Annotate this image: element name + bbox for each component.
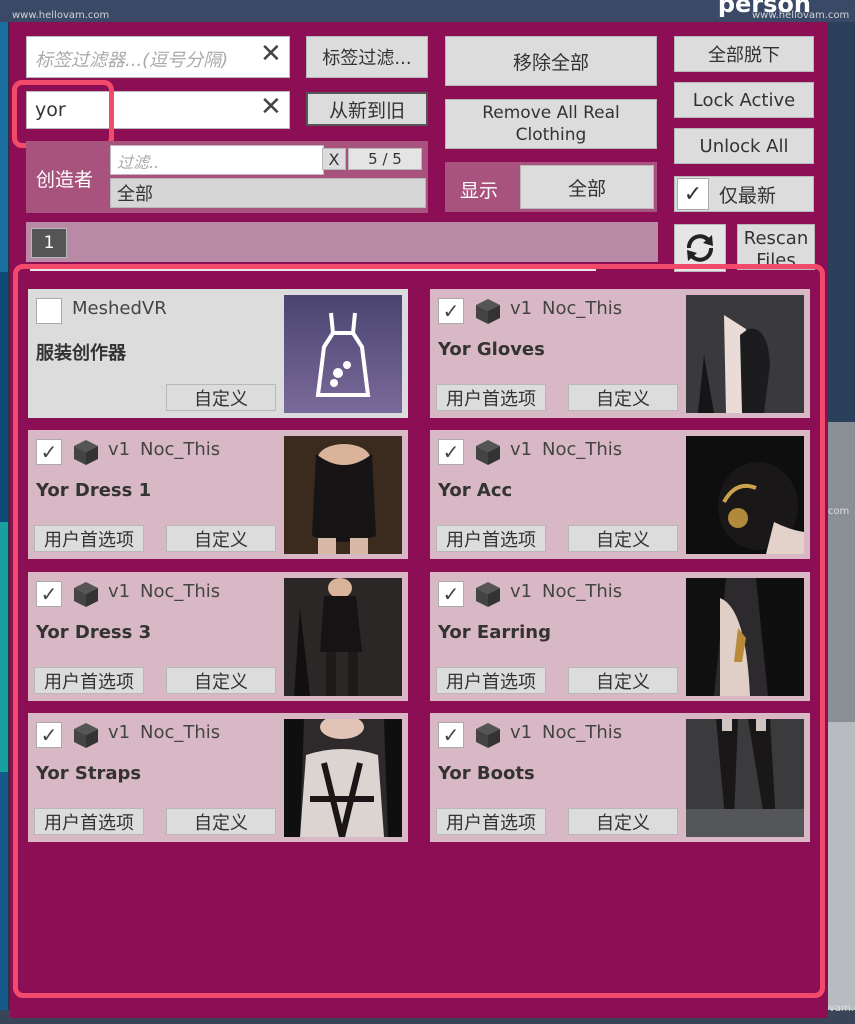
latest-only-label: 仅最新 (719, 184, 777, 207)
watermark: www.hellovam.com (12, 10, 110, 21)
undress-all-button[interactable]: 全部脱下 (674, 36, 814, 72)
sort-newest-button[interactable]: 从新到旧 (306, 92, 428, 126)
creator-clear-button[interactable]: X (322, 148, 346, 170)
creator-select[interactable]: 全部 (110, 178, 426, 208)
show-select[interactable]: 全部 (520, 165, 654, 209)
watermark: www.hellovam.com (752, 10, 850, 21)
creator-count: 5 / 5 (348, 148, 422, 170)
check-icon: ✓ (677, 178, 709, 210)
creator-label: 创造者 (36, 169, 94, 191)
pagination-bar (26, 222, 658, 262)
remove-all-real-clothing-button[interactable]: Remove All Real Clothing (445, 99, 657, 149)
clear-tag-filter-icon[interactable]: ✕ (260, 39, 282, 69)
left-background-strip (0, 22, 8, 1022)
unlock-all-button[interactable]: Unlock All (674, 128, 814, 164)
clear-search-icon[interactable]: ✕ (260, 92, 282, 122)
right-background-strip (828, 22, 855, 1022)
creator-filter-input[interactable]: 过滤.. (110, 145, 324, 175)
refresh-icon (687, 234, 713, 262)
search-highlight-box (12, 80, 114, 148)
creator-filter-placeholder: 过滤.. (117, 153, 160, 172)
tag-filter-placeholder: 标签过滤器...(逗号分隔) (35, 50, 229, 71)
remove-all-button[interactable]: 移除全部 (445, 36, 657, 86)
top-bar: person (0, 0, 855, 22)
page-1-button[interactable]: 1 (31, 228, 67, 258)
latest-only-toggle[interactable]: ✓ 仅最新 (674, 176, 814, 212)
results-highlight-box (13, 264, 825, 998)
show-label: 显示 (460, 180, 499, 202)
tag-filter-button[interactable]: 标签过滤... (306, 36, 428, 78)
tag-filter-input[interactable]: 标签过滤器...(逗号分隔) ✕ (26, 36, 290, 78)
lock-active-button[interactable]: Lock Active (674, 82, 814, 118)
